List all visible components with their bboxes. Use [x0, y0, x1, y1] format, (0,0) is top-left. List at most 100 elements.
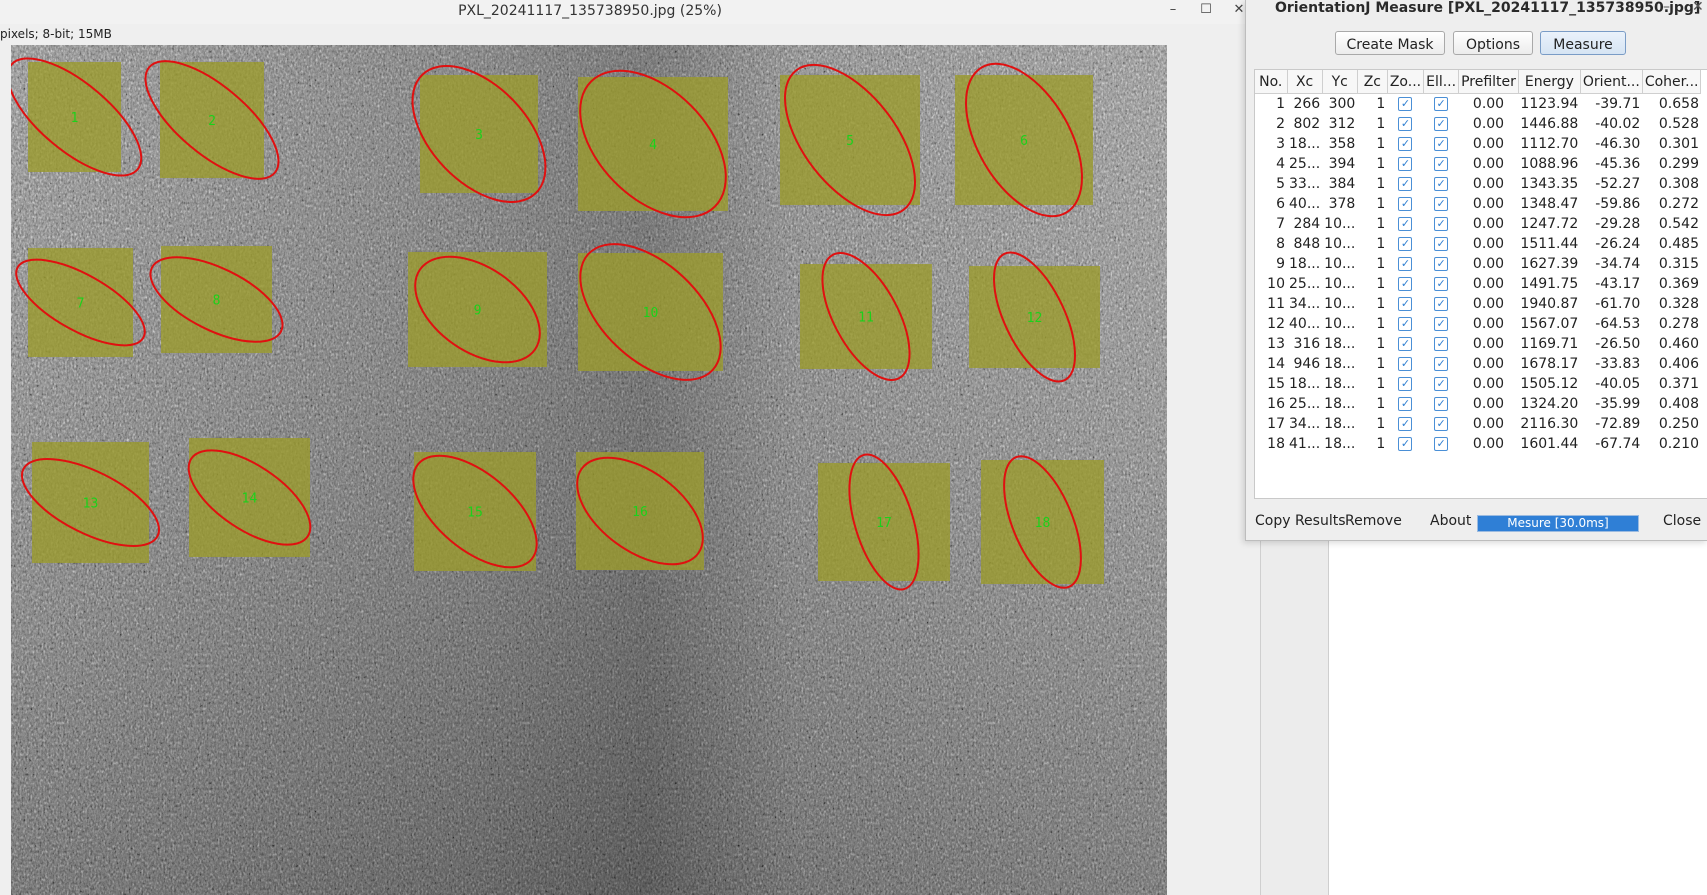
table-row[interactable]: 15 18... 18... 1 ✓ ✓ 0.00 1505.12 -40.05 0.371	[1255, 374, 1701, 394]
column-header[interactable]: Energy	[1518, 70, 1581, 94]
table-row[interactable]: 10 25... 10... 1 ✓ ✓ 0.00 1491.75 -43.17 0.369	[1255, 274, 1701, 294]
zone-checkbox[interactable]: ✓	[1398, 357, 1413, 371]
table-cell: 0.00	[1472, 276, 1505, 292]
roi-region[interactable]: 14	[174, 432, 326, 563]
ellipse-checkbox[interactable]: ✓	[1434, 377, 1449, 391]
zone-cell: ✓	[1387, 274, 1423, 294]
table-row[interactable]: 2 802 312 1 ✓ ✓ 0.00 1446.88 -40.02 0.528	[1255, 114, 1701, 134]
roi-region[interactable]: 16	[558, 436, 722, 585]
table-row[interactable]: 4 25... 394 1 ✓ ✓ 0.00 1088.96 -45.36 0.299	[1255, 154, 1701, 174]
image-canvas[interactable]: 1 2 3 4 5 6 7 8 9 10 11 12 13 14 15 16 17 18	[11, 45, 1167, 895]
ellipse-checkbox[interactable]: ✓	[1434, 237, 1449, 251]
zone-checkbox[interactable]: ✓	[1398, 337, 1413, 351]
results-table-container[interactable]: No. Xc Yc Zc Zo... Ell... Prefilter Energy Orien…	[1254, 69, 1707, 499]
zone-checkbox[interactable]: ✓	[1398, 297, 1413, 311]
zone-checkbox[interactable]: ✓	[1398, 217, 1413, 231]
ellipse-checkbox[interactable]: ✓	[1434, 317, 1449, 331]
zone-checkbox[interactable]: ✓	[1398, 137, 1413, 151]
ellipse-checkbox[interactable]: ✓	[1434, 117, 1449, 131]
table-row[interactable]: 3 18... 358 1 ✓ ✓ 0.00 1112.70 -46.30 0.301	[1255, 134, 1701, 154]
zone-checkbox[interactable]: ✓	[1398, 377, 1413, 391]
roi-region[interactable]: 8	[138, 240, 295, 359]
roi-region[interactable]: 17	[818, 447, 950, 598]
orientationj-measure-dialog: OrientationJ Measure [PXL_20241117_13573…	[1245, 0, 1707, 541]
table-row[interactable]: 1 266 300 1 ✓ ✓ 0.00 1123.94 -39.71 0.658	[1255, 94, 1701, 115]
zone-checkbox[interactable]: ✓	[1398, 417, 1413, 431]
table-row[interactable]: 6 40... 378 1 ✓ ✓ 0.00 1348.47 -59.86 0.272	[1255, 194, 1701, 214]
about-button[interactable]: About	[1430, 513, 1471, 529]
table-cell: -29.28	[1595, 216, 1641, 232]
column-header[interactable]: Zo...	[1387, 70, 1425, 94]
roi-region[interactable]: 18	[981, 446, 1104, 598]
table-cell: 0.00	[1472, 256, 1505, 272]
table-row[interactable]: 11 34... 10... 1 ✓ ✓ 0.00 1940.87 -61.70 0.328	[1255, 294, 1701, 314]
ellipse-checkbox[interactable]: ✓	[1434, 197, 1449, 211]
ellipse-checkbox[interactable]: ✓	[1434, 337, 1449, 351]
ellipse-checkbox[interactable]: ✓	[1434, 277, 1449, 291]
image-window-titlebar[interactable]: PXL_20241117_135738950.jpg (25%) – ☐ ✕	[0, 0, 1260, 24]
minimize-icon[interactable]: –	[1163, 2, 1183, 17]
create-mask-button[interactable]: Create Mask	[1335, 31, 1445, 55]
roi-region[interactable]: 9	[396, 235, 559, 384]
ellipse-checkbox[interactable]: ✓	[1434, 97, 1449, 111]
table-cell: 1601.44	[1520, 436, 1579, 452]
ellipse-checkbox[interactable]: ✓	[1434, 157, 1449, 171]
table-row[interactable]: 17 34... 18... 1 ✓ ✓ 0.00 2116.30 -72.89 0.250	[1255, 414, 1701, 434]
table-row[interactable]: 13 316 18... 1 ✓ ✓ 0.00 1169.71 -26.50 0.460	[1255, 334, 1701, 354]
table-row[interactable]: 12 40... 10... 1 ✓ ✓ 0.00 1567.07 -64.53 0.278	[1255, 314, 1701, 334]
minimize-icon[interactable]: –	[1663, 0, 1670, 15]
column-header[interactable]: Xc	[1287, 70, 1323, 94]
zone-checkbox[interactable]: ✓	[1398, 277, 1413, 291]
roi-region[interactable]: 15	[394, 435, 556, 588]
zone-checkbox[interactable]: ✓	[1398, 197, 1413, 211]
column-header[interactable]: Orient...	[1580, 70, 1643, 94]
table-cell: 0.00	[1472, 236, 1505, 252]
table-row[interactable]: 16 25... 18... 1 ✓ ✓ 0.00 1324.20 -35.99 0.408	[1255, 394, 1701, 414]
table-cell: 34...	[1289, 296, 1321, 312]
copy-results-button[interactable]: Copy Results	[1255, 513, 1346, 529]
zone-checkbox[interactable]: ✓	[1398, 257, 1413, 271]
close-button[interactable]: Close	[1663, 513, 1701, 529]
ellipse-checkbox[interactable]: ✓	[1434, 437, 1449, 451]
table-row[interactable]: 9 18... 10... 1 ✓ ✓ 0.00 1627.39 -34.74 0.315	[1255, 254, 1701, 274]
table-row[interactable]: 18 41... 18... 1 ✓ ✓ 0.00 1601.44 -67.74 0.210	[1255, 434, 1701, 454]
zone-checkbox[interactable]: ✓	[1398, 237, 1413, 251]
measure-button[interactable]: Measure	[1540, 31, 1626, 55]
zone-checkbox[interactable]: ✓	[1398, 317, 1413, 331]
maximize-icon[interactable]: ☐	[1196, 2, 1216, 17]
zone-checkbox[interactable]: ✓	[1398, 117, 1413, 131]
ellipse-checkbox[interactable]: ✓	[1434, 417, 1449, 431]
ellipse-checkbox[interactable]: ✓	[1434, 257, 1449, 271]
dialog-titlebar[interactable]: OrientationJ Measure [PXL_20241117_13573…	[1246, 0, 1707, 20]
column-header[interactable]: No.	[1255, 70, 1288, 94]
zone-checkbox[interactable]: ✓	[1398, 157, 1413, 171]
roi-region[interactable]: 13	[11, 441, 171, 563]
zone-checkbox[interactable]: ✓	[1398, 97, 1413, 111]
column-header[interactable]: Coher...	[1642, 70, 1702, 94]
column-header[interactable]: Ell...	[1423, 70, 1460, 94]
ellipse-checkbox[interactable]: ✓	[1434, 137, 1449, 151]
ellipse-checkbox[interactable]: ✓	[1434, 297, 1449, 311]
table-row[interactable]: 8 848 10... 1 ✓ ✓ 0.00 1511.44 -26.24 0.485	[1255, 234, 1701, 254]
zone-checkbox[interactable]: ✓	[1398, 437, 1413, 451]
zone-checkbox[interactable]: ✓	[1398, 397, 1413, 411]
roi-label: 11	[858, 311, 874, 326]
ellipse-checkbox[interactable]: ✓	[1434, 177, 1449, 191]
ellipse-cell: ✓	[1424, 374, 1459, 394]
table-row[interactable]: 5 33... 384 1 ✓ ✓ 0.00 1343.35 -52.27 0.308	[1255, 174, 1701, 194]
ellipse-checkbox[interactable]: ✓	[1434, 397, 1449, 411]
table-cell: 0.210	[1658, 436, 1699, 452]
zone-checkbox[interactable]: ✓	[1398, 177, 1413, 191]
column-header[interactable]: Yc	[1322, 70, 1358, 94]
table-row[interactable]: 7 284 10... 1 ✓ ✓ 0.00 1247.72 -29.28 0.542	[1255, 214, 1701, 234]
table-row[interactable]: 14 946 18... 1 ✓ ✓ 0.00 1678.17 -33.83 0.406	[1255, 354, 1701, 374]
table-cell: 18...	[1324, 356, 1356, 372]
close-icon[interactable]: ✕	[1692, 0, 1704, 15]
remove-button[interactable]: Remove	[1345, 513, 1402, 529]
table-cell: -40.05	[1595, 376, 1641, 392]
ellipse-checkbox[interactable]: ✓	[1434, 217, 1449, 231]
column-header[interactable]: Zc	[1357, 70, 1388, 94]
options-button[interactable]: Options	[1453, 31, 1533, 55]
ellipse-checkbox[interactable]: ✓	[1434, 357, 1449, 371]
column-header[interactable]: Prefilter	[1458, 70, 1519, 94]
